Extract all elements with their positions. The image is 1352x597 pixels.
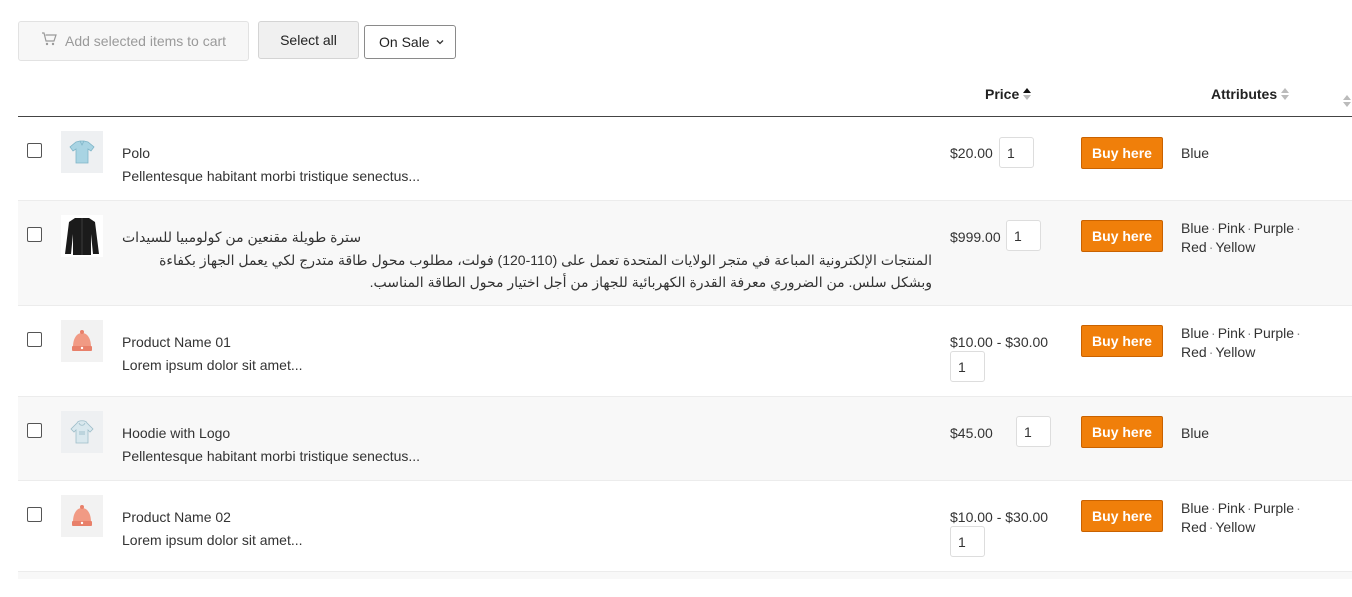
attribute-value: Blue: [1181, 145, 1210, 161]
beanie-image: [72, 505, 92, 526]
product-attributes: Blue · Pink · Purple · Red · Yellow: [1181, 324, 1311, 362]
row-checkbox[interactable]: [27, 507, 42, 522]
row-checkbox[interactable]: [27, 143, 42, 158]
attribute-value: Pink: [1217, 500, 1245, 516]
quantity-input[interactable]: 1: [999, 137, 1034, 168]
quantity-input[interactable]: 1: [950, 351, 985, 382]
attributes-line: Blue · Pink · Purple ·: [1181, 500, 1301, 516]
attributes-column-header[interactable]: Attributes: [1211, 86, 1290, 102]
product-price: $10.00 - $30.00: [950, 334, 1049, 350]
product-name[interactable]: Polo: [122, 145, 150, 161]
buy-button[interactable]: Buy here: [1081, 220, 1163, 252]
attributes-line: Blue · Pink · Purple ·: [1181, 325, 1301, 341]
extra-column-header[interactable]: [1339, 87, 1351, 107]
attribute-value: Pink: [1217, 220, 1245, 236]
table-row: Product Name 01 Lorem ipsum dolor sit am…: [18, 306, 1352, 397]
attribute-value: Pink: [1217, 325, 1245, 341]
attribute-value: Yellow: [1215, 519, 1256, 535]
product-description: Lorem ipsum dolor sit amet...: [122, 532, 303, 548]
product-price: $20.00: [950, 145, 993, 161]
product-description: Pellentesque habitant morbi tristique se…: [122, 168, 421, 184]
attribute-value: Red: [1181, 239, 1207, 255]
attribute-value: Purple: [1253, 325, 1295, 341]
sort-icon: [1023, 88, 1032, 100]
select-all-button[interactable]: Select all: [258, 21, 359, 59]
attributes-line: Red · Yellow: [1181, 239, 1256, 255]
attributes-header-label: Attributes: [1211, 86, 1278, 102]
attribute-value: Red: [1181, 519, 1207, 535]
attribute-value: Blue: [1181, 500, 1210, 516]
table-row: Polo Pellentesque habitant morbi tristiq…: [18, 117, 1352, 201]
product-thumbnail[interactable]: [61, 131, 103, 173]
attribute-value: Blue: [1181, 220, 1210, 236]
product-description: Lorem ipsum dolor sit amet...: [122, 357, 303, 373]
table-row: Hoodie with Logo Pellentesque habitant m…: [18, 397, 1352, 481]
price-header-label: Price: [985, 86, 1020, 102]
hoodie-image: [70, 420, 94, 444]
quantity-input[interactable]: 1: [1006, 220, 1041, 251]
black-jacket-image: [65, 218, 99, 255]
attributes-line: Blue · Pink · Purple ·: [1181, 220, 1301, 236]
buy-button[interactable]: Buy here: [1081, 500, 1163, 532]
attribute-value: Red: [1181, 344, 1207, 360]
cart-icon: [41, 31, 59, 49]
product-name[interactable]: سترة طويلة مقنعين من كولومبيا للسيدات: [122, 229, 361, 246]
table-footer-divider: [18, 571, 1352, 579]
product-attributes: Blue · Pink · Purple · Red · Yellow: [1181, 219, 1311, 257]
toolbar: Add selected items to cart Select all On…: [18, 21, 456, 61]
table-row: سترة طويلة مقنعين من كولومبيا للسيدات ال…: [18, 201, 1352, 306]
product-attributes: Blue: [1181, 424, 1311, 443]
attribute-value: Blue: [1181, 325, 1210, 341]
attribute-value: Yellow: [1215, 239, 1256, 255]
product-thumbnail[interactable]: [61, 320, 103, 362]
product-thumbnail[interactable]: [61, 495, 103, 537]
buy-button[interactable]: Buy here: [1081, 416, 1163, 448]
product-name[interactable]: Product Name 02: [122, 509, 231, 525]
table-header: Price Attributes: [18, 80, 1352, 117]
product-thumbnail[interactable]: [61, 411, 103, 453]
attribute-value: Purple: [1253, 220, 1295, 236]
buy-button[interactable]: Buy here: [1081, 137, 1163, 169]
product-price: $10.00 - $30.00: [950, 509, 1049, 525]
quantity-input[interactable]: 1: [950, 526, 985, 557]
product-thumbnail[interactable]: [61, 215, 103, 257]
product-description: Pellentesque habitant morbi tristique se…: [122, 448, 421, 464]
add-to-cart-button[interactable]: Add selected items to cart: [18, 21, 249, 61]
polo-shirt-image: [69, 140, 95, 164]
add-to-cart-label: Add selected items to cart: [65, 33, 227, 49]
attributes-line: Red · Yellow: [1181, 344, 1256, 360]
buy-button[interactable]: Buy here: [1081, 325, 1163, 357]
product-name[interactable]: Product Name 01: [122, 334, 231, 350]
sort-icon: [1343, 95, 1351, 107]
attribute-value: Blue: [1181, 425, 1210, 441]
row-checkbox[interactable]: [27, 227, 42, 242]
product-description: المنتجات الإلكترونية المباعة في متجر الو…: [159, 252, 932, 290]
quantity-input[interactable]: 1: [1016, 416, 1051, 447]
table-row: Product Name 02 Lorem ipsum dolor sit am…: [18, 481, 1352, 572]
price-column-header[interactable]: Price: [985, 86, 1032, 102]
product-price: $999.00: [950, 229, 1001, 245]
attribute-value: Yellow: [1215, 344, 1256, 360]
product-attributes: Blue: [1181, 144, 1311, 163]
product-name[interactable]: Hoodie with Logo: [122, 425, 230, 441]
attribute-value: Purple: [1253, 500, 1295, 516]
chevron-down-icon: [435, 37, 445, 47]
row-checkbox[interactable]: [27, 423, 42, 438]
beanie-image: [72, 330, 92, 351]
row-checkbox[interactable]: [27, 332, 42, 347]
sort-icon: [1281, 88, 1290, 100]
filter-value: On Sale: [379, 34, 430, 50]
attributes-line: Red · Yellow: [1181, 519, 1256, 535]
product-attributes: Blue · Pink · Purple · Red · Yellow: [1181, 499, 1311, 537]
filter-select[interactable]: On Sale: [364, 25, 456, 59]
product-price: $45.00: [950, 425, 993, 441]
